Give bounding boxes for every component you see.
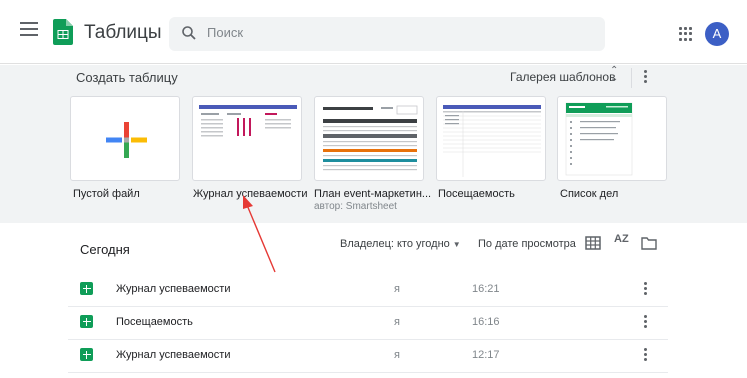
- folder-icon[interactable]: [641, 236, 657, 250]
- template-card-label: План event-маркетин...: [314, 188, 432, 200]
- template-gallery: Создать таблицу Галерея шаблонов ⌃ ⌄ Пуст…: [0, 65, 747, 223]
- file-name: Посещаемость: [116, 316, 193, 328]
- template-card-label: Пустой файл: [73, 188, 140, 200]
- template-card-blank[interactable]: [70, 96, 180, 181]
- sheets-logo-icon[interactable]: [53, 19, 73, 45]
- owner-filter-dropdown[interactable]: Владелец: кто угодно ▼: [340, 238, 461, 250]
- gradebook-thumbnail: [199, 105, 297, 137]
- template-card-author: автор: Smartsheet: [314, 201, 397, 212]
- template-gallery-button[interactable]: Галерея шаблонов: [510, 70, 615, 84]
- app-title[interactable]: Таблицы: [84, 22, 162, 44]
- dropdown-caret-icon: ▼: [452, 240, 461, 249]
- recent-files-heading: Сегодня: [80, 242, 130, 257]
- file-more-icon[interactable]: [644, 348, 648, 361]
- file-time: 16:21: [472, 283, 500, 295]
- app-header: Таблицы A: [0, 0, 747, 64]
- template-section-heading: Создать таблицу: [76, 70, 178, 85]
- search-input[interactable]: [207, 25, 587, 40]
- todo-list-thumbnail: [565, 102, 633, 176]
- google-apps-icon[interactable]: [679, 27, 693, 41]
- expand-collapse-icon[interactable]: ⌃ ⌄: [610, 66, 618, 84]
- file-time: 12:17: [472, 349, 500, 361]
- file-name: Журнал успеваемости: [116, 283, 231, 295]
- template-card-attendance[interactable]: [436, 96, 546, 181]
- file-row[interactable]: Журнал успеваемости я 12:17: [68, 340, 668, 373]
- sheets-file-icon: [80, 282, 93, 295]
- sort-az-icon[interactable]: AZ: [614, 233, 629, 245]
- event-plan-thumbnail: [323, 105, 418, 171]
- template-card-event-plan[interactable]: [314, 96, 424, 181]
- file-owner: я: [394, 283, 400, 295]
- search-icon[interactable]: [181, 25, 197, 41]
- file-more-icon[interactable]: [644, 282, 648, 295]
- attendance-thumbnail: [443, 105, 541, 177]
- template-card-label: Журнал успеваемости: [193, 188, 308, 200]
- account-avatar[interactable]: A: [705, 22, 729, 46]
- file-row[interactable]: Журнал успеваемости я 16:21: [68, 274, 668, 307]
- template-more-icon[interactable]: [644, 70, 648, 83]
- template-card-todo[interactable]: [557, 96, 667, 181]
- file-owner: я: [394, 316, 400, 328]
- template-card-label: Список дел: [560, 188, 619, 200]
- plus-icon: [106, 122, 147, 158]
- grid-view-icon[interactable]: [585, 236, 601, 250]
- owner-filter-label: Владелец: кто угодно: [340, 238, 450, 250]
- sheets-file-icon: [80, 348, 93, 361]
- file-time: 16:16: [472, 316, 500, 328]
- template-card-label: Посещаемость: [438, 188, 515, 200]
- file-name: Журнал успеваемости: [116, 349, 231, 361]
- main-menu-icon[interactable]: [20, 22, 38, 38]
- file-more-icon[interactable]: [644, 315, 648, 328]
- search-bar[interactable]: [169, 17, 605, 51]
- divider: [631, 68, 632, 88]
- template-card-gradebook[interactable]: [192, 96, 302, 181]
- sheets-file-icon: [80, 315, 93, 328]
- sort-by-button[interactable]: По дате просмотра: [478, 238, 576, 250]
- file-owner: я: [394, 349, 400, 361]
- file-row[interactable]: Посещаемость я 16:16: [68, 307, 668, 340]
